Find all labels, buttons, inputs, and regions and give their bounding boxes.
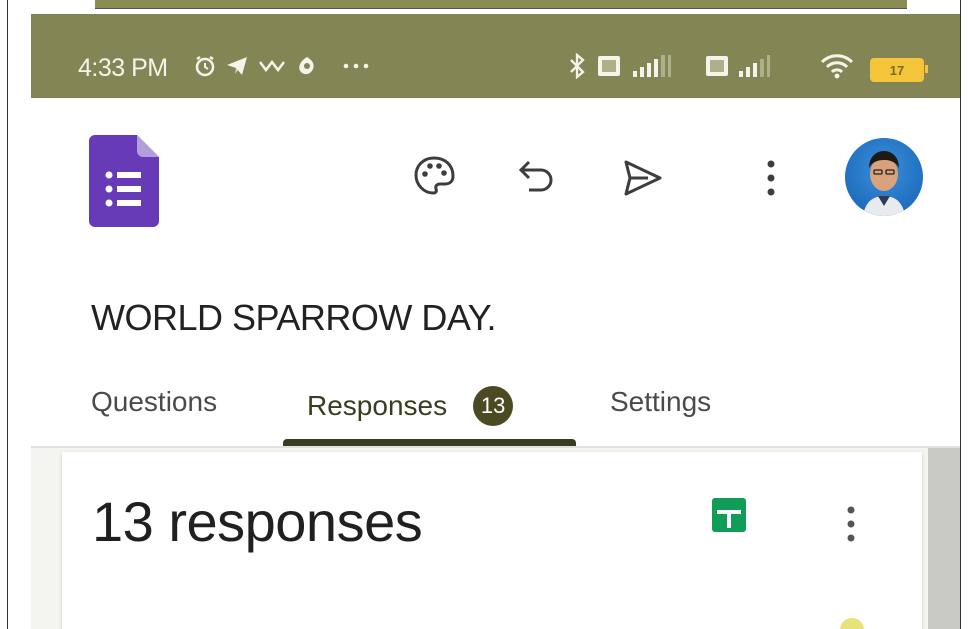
response-count-badge: 13 <box>473 386 514 426</box>
telegram-icon <box>224 51 250 81</box>
status-time: 4:33 PM <box>78 54 168 82</box>
tab-label: Responses <box>307 390 448 421</box>
tab-bar: Questions Responses 13 Settings <box>31 374 960 448</box>
google-forms-logo[interactable] <box>89 135 159 232</box>
send-icon[interactable] <box>615 150 671 206</box>
more-vert-icon[interactable] <box>831 494 871 554</box>
wifi-icon <box>817 51 857 81</box>
avatar[interactable] <box>845 138 923 216</box>
bluetooth-icon <box>566 51 588 81</box>
tab-label: Settings <box>610 386 712 417</box>
battery-icon: 17 <box>870 58 928 82</box>
tab-questions[interactable]: Questions <box>91 386 217 418</box>
phone-screen: 4:33 PM 17 WORLD SPARROW DAY. Questions … <box>31 14 960 629</box>
frame-border-left <box>7 0 8 629</box>
tab-label: Questions <box>91 386 218 417</box>
tab-responses[interactable]: Responses 13 <box>307 386 514 426</box>
top-app-bar <box>31 98 960 248</box>
status-bar: 4:33 PM 17 <box>31 14 960 98</box>
scroll-strip <box>928 448 960 629</box>
google-sheets-icon[interactable] <box>712 498 746 537</box>
sim-icon <box>703 51 731 81</box>
signal-wave-icon <box>257 51 287 81</box>
responses-count: 13 responses <box>92 490 423 553</box>
form-title: WORLD SPARROW DAY. <box>91 297 497 338</box>
more-dots-icon <box>341 51 371 81</box>
undo-icon[interactable] <box>509 148 565 204</box>
app-icon <box>294 51 320 81</box>
palette-icon[interactable] <box>406 148 462 204</box>
sim-icon <box>595 51 623 81</box>
frame-border-right <box>960 0 961 629</box>
alarm-icon <box>193 51 217 81</box>
cell-signal-icon <box>735 51 773 81</box>
cell-signal-icon <box>628 51 674 81</box>
more-vert-icon[interactable] <box>743 150 799 206</box>
top-sliver <box>95 0 907 9</box>
tab-settings[interactable]: Settings <box>610 386 711 418</box>
